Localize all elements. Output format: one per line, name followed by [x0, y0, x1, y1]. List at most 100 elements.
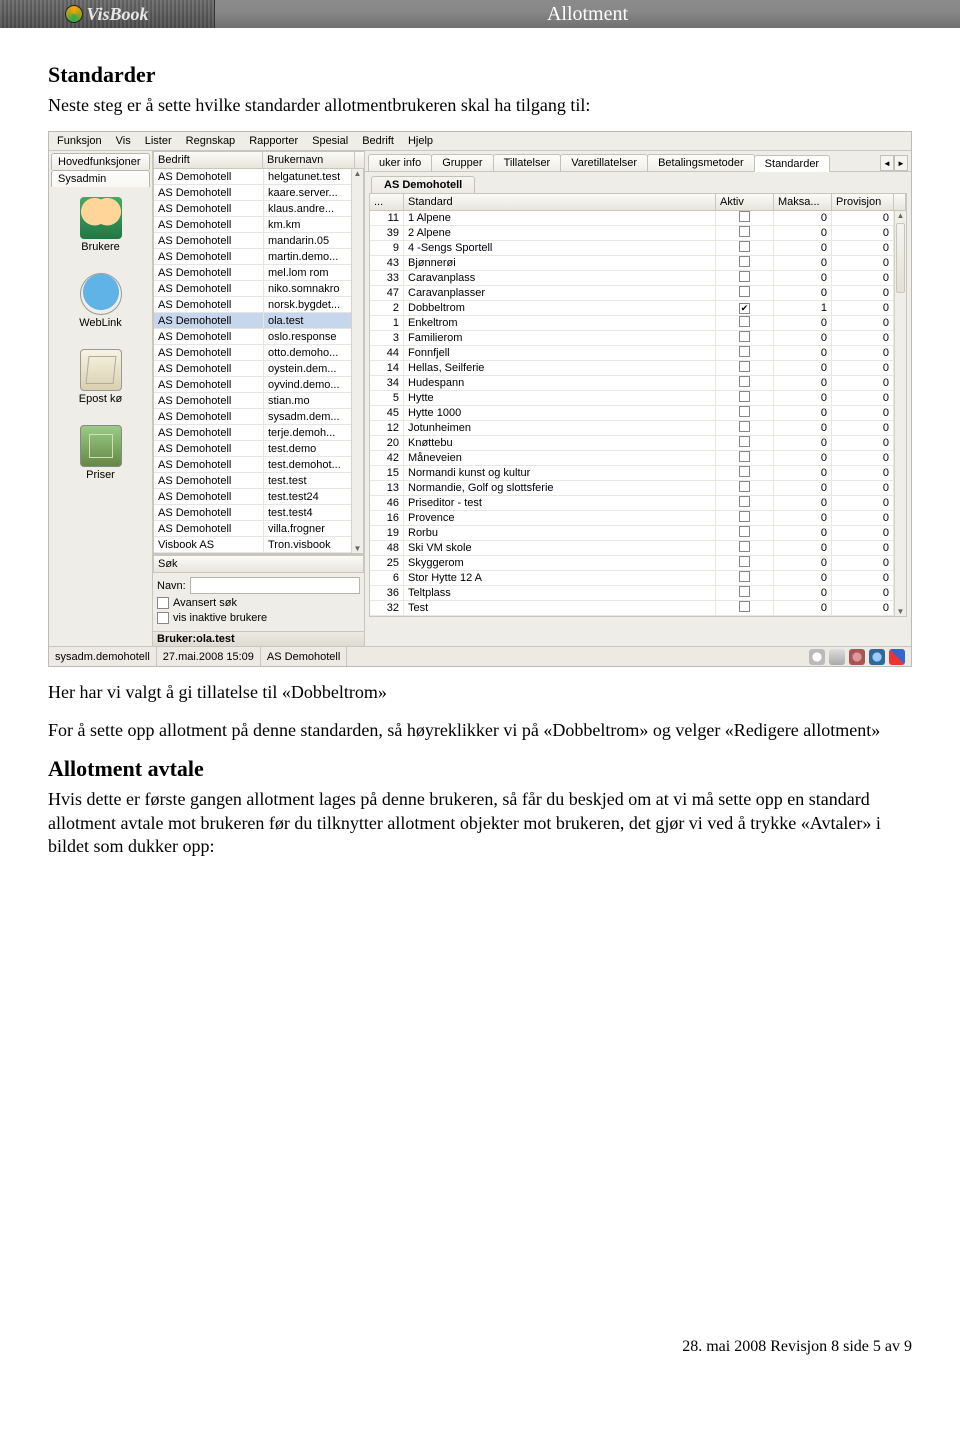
- aktiv-checkbox[interactable]: [739, 286, 750, 297]
- aktiv-checkbox[interactable]: [739, 316, 750, 327]
- aktiv-checkbox[interactable]: ✔: [739, 303, 750, 314]
- aktiv-checkbox[interactable]: [739, 526, 750, 537]
- standard-row[interactable]: 3Familierom00: [370, 331, 906, 346]
- nav-weblink[interactable]: WebLink: [49, 267, 152, 343]
- standard-row[interactable]: 45Hytte 100000: [370, 406, 906, 421]
- user-row[interactable]: AS Demohotellnorsk.bygdet...: [154, 297, 363, 313]
- aktiv-checkbox[interactable]: [739, 571, 750, 582]
- standard-row[interactable]: 34Hudespann00: [370, 376, 906, 391]
- user-row[interactable]: AS Demohotelltest.test: [154, 473, 363, 489]
- aktiv-checkbox[interactable]: [739, 241, 750, 252]
- menu-hjelp[interactable]: Hjelp: [408, 135, 433, 147]
- aktiv-checkbox[interactable]: [739, 226, 750, 237]
- user-row[interactable]: AS Demohotellkaare.server...: [154, 185, 363, 201]
- info-icon[interactable]: [809, 649, 825, 665]
- user-row[interactable]: AS Demohotelltest.demohot...: [154, 457, 363, 473]
- stdcol-prov[interactable]: Provisjon: [832, 194, 894, 211]
- aktiv-checkbox[interactable]: [739, 481, 750, 492]
- user-row[interactable]: AS Demohotelloystein.dem...: [154, 361, 363, 377]
- menu-regnskap[interactable]: Regnskap: [186, 135, 236, 147]
- aktiv-checkbox[interactable]: [739, 391, 750, 402]
- menu-lister[interactable]: Lister: [145, 135, 172, 147]
- user-row[interactable]: AS Demohotellterje.demoh...: [154, 425, 363, 441]
- aktiv-checkbox[interactable]: [739, 511, 750, 522]
- user-row[interactable]: AS Demohotellstian.mo: [154, 393, 363, 409]
- standard-row[interactable]: 47Caravanplasser00: [370, 286, 906, 301]
- user-row[interactable]: AS Demohotelloyvind.demo...: [154, 377, 363, 393]
- standard-row[interactable]: 43Bjønnerøi00: [370, 256, 906, 271]
- tab-standarder[interactable]: Standarder: [754, 155, 830, 172]
- standard-row[interactable]: 20Knøttebu00: [370, 436, 906, 451]
- standard-row[interactable]: 13Normandie, Golf og slottsferie00: [370, 481, 906, 496]
- standard-row[interactable]: 1Enkeltrom00: [370, 316, 906, 331]
- nav-priser[interactable]: Priser: [49, 419, 152, 495]
- flag-icon[interactable]: [889, 649, 905, 665]
- aktiv-checkbox[interactable]: [739, 556, 750, 567]
- aktiv-checkbox[interactable]: [739, 421, 750, 432]
- aktiv-checkbox[interactable]: [739, 541, 750, 552]
- user-row[interactable]: AS Demohotellmandarin.05: [154, 233, 363, 249]
- standard-row[interactable]: 2Dobbeltrom✔10: [370, 301, 906, 316]
- advanced-search-checkbox[interactable]: [157, 597, 169, 609]
- user-row[interactable]: AS Demohotelltest.demo: [154, 441, 363, 457]
- nav-epostko[interactable]: Epost kø: [49, 343, 152, 419]
- standard-row[interactable]: 6Stor Hytte 12 A00: [370, 571, 906, 586]
- aktiv-checkbox[interactable]: [739, 256, 750, 267]
- aktiv-checkbox[interactable]: [739, 346, 750, 357]
- menu-spesial[interactable]: Spesial: [312, 135, 348, 147]
- nav-brukere[interactable]: Brukere: [49, 191, 152, 267]
- standard-row[interactable]: 44Fonnfjell00: [370, 346, 906, 361]
- user-row[interactable]: AS Demohotellkm.km: [154, 217, 363, 233]
- user-row[interactable]: AS Demohotellniko.somnakro: [154, 281, 363, 297]
- user-row[interactable]: AS Demohotellvilla.frogner: [154, 521, 363, 537]
- stdcol-name[interactable]: Standard: [404, 194, 716, 211]
- user-row[interactable]: AS Demohotellotto.demoho...: [154, 345, 363, 361]
- aktiv-checkbox[interactable]: [739, 211, 750, 222]
- standard-row[interactable]: 392 Alpene00: [370, 226, 906, 241]
- stdcol-id[interactable]: ...: [370, 194, 404, 211]
- user-grid-body[interactable]: AS Demohotellhelgatunet.testAS Demohotel…: [153, 169, 364, 554]
- user-row[interactable]: AS Demohotellola.test: [154, 313, 363, 329]
- standard-row[interactable]: 46Priseditor - test00: [370, 496, 906, 511]
- aktiv-checkbox[interactable]: [739, 331, 750, 342]
- aktiv-checkbox[interactable]: [739, 586, 750, 597]
- show-inactive-checkbox[interactable]: [157, 612, 169, 624]
- standard-row[interactable]: 12Jotunheimen00: [370, 421, 906, 436]
- navn-input[interactable]: [190, 577, 360, 594]
- aktiv-checkbox[interactable]: [739, 601, 750, 612]
- standard-grid-body[interactable]: 111 Alpene00392 Alpene0094 -Sengs Sporte…: [370, 211, 906, 616]
- standard-row[interactable]: 48Ski VM skole00: [370, 541, 906, 556]
- standard-row[interactable]: 25Skyggerom00: [370, 556, 906, 571]
- col-brukernavn[interactable]: Brukernavn: [263, 151, 355, 169]
- aktiv-checkbox[interactable]: [739, 496, 750, 507]
- alert-icon[interactable]: [849, 649, 865, 665]
- aktiv-checkbox[interactable]: [739, 436, 750, 447]
- tab-betalingsmetoder[interactable]: Betalingsmetoder: [647, 154, 755, 171]
- user-row[interactable]: AS Demohotelltest.test4: [154, 505, 363, 521]
- user-row[interactable]: AS Demohotellhelgatunet.test: [154, 169, 363, 185]
- lefttab-sysadmin[interactable]: Sysadmin: [51, 170, 150, 187]
- user-row[interactable]: AS Demohotellklaus.andre...: [154, 201, 363, 217]
- user-row[interactable]: AS Demohotelloslo.response: [154, 329, 363, 345]
- standard-row[interactable]: 32Test00: [370, 601, 906, 616]
- standard-row[interactable]: 36Teltplass00: [370, 586, 906, 601]
- standard-row[interactable]: 42Måneveien00: [370, 451, 906, 466]
- aktiv-checkbox[interactable]: [739, 466, 750, 477]
- stdcol-maks[interactable]: Maksa...: [774, 194, 832, 211]
- aktiv-checkbox[interactable]: [739, 376, 750, 387]
- lefttab-hovedfunksjoner[interactable]: Hovedfunksjoner: [51, 153, 150, 170]
- menu-vis[interactable]: Vis: [116, 135, 131, 147]
- user-row[interactable]: Visbook ASTron.visbook: [154, 537, 363, 553]
- standard-row[interactable]: 15Normandi kunst og kultur00: [370, 466, 906, 481]
- tab-uker-info[interactable]: uker info: [368, 154, 432, 171]
- aktiv-checkbox[interactable]: [739, 406, 750, 417]
- standard-row[interactable]: 94 -Sengs Sportell00: [370, 241, 906, 256]
- standard-row[interactable]: 19Rorbu00: [370, 526, 906, 541]
- standard-row[interactable]: 16Provence00: [370, 511, 906, 526]
- standard-row[interactable]: 5Hytte00: [370, 391, 906, 406]
- tab-tillatelser[interactable]: Tillatelser: [493, 154, 562, 171]
- help-icon[interactable]: [829, 649, 845, 665]
- aktiv-checkbox[interactable]: [739, 271, 750, 282]
- menu-rapporter[interactable]: Rapporter: [249, 135, 298, 147]
- menu-funksjon[interactable]: Funksjon: [57, 135, 102, 147]
